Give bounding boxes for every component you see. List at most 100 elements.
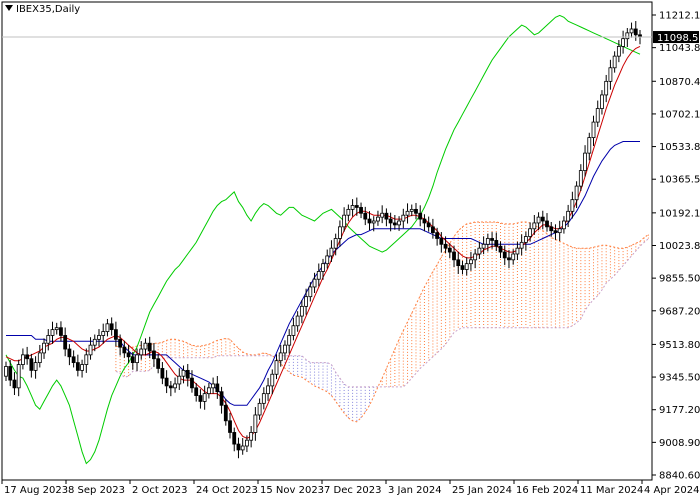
candle-body bbox=[185, 369, 190, 379]
candle-body bbox=[460, 265, 465, 270]
candle-body bbox=[629, 28, 634, 34]
candle-body bbox=[583, 152, 587, 171]
axes: 11212.10 11043.80 10870.40 10702.10 10533.80… bbox=[1, 11, 700, 496]
candle-body bbox=[75, 362, 80, 371]
candle-body bbox=[42, 342, 46, 354]
candle-body bbox=[604, 80, 609, 96]
candle-body bbox=[92, 338, 97, 346]
candle-body bbox=[422, 218, 427, 224]
y-tick-label: 10870.40 bbox=[659, 77, 700, 88]
candle-body bbox=[515, 247, 520, 255]
candle-body bbox=[557, 228, 562, 234]
candle-body bbox=[160, 368, 165, 379]
candle-body bbox=[321, 263, 325, 272]
x-tick-label: 7 Dec 2023 bbox=[324, 485, 382, 496]
candle-body bbox=[299, 305, 304, 317]
y-tick-label: 9008.90 bbox=[659, 438, 700, 449]
candle-body bbox=[536, 216, 541, 224]
candle-body bbox=[308, 286, 313, 298]
candle-body bbox=[50, 329, 55, 336]
candle-body bbox=[37, 352, 42, 364]
candle-body bbox=[304, 296, 308, 307]
candle-body bbox=[29, 358, 34, 371]
candle-body bbox=[443, 243, 448, 249]
candle-body bbox=[236, 443, 241, 451]
candle-body bbox=[397, 220, 401, 226]
candle-body bbox=[333, 238, 338, 249]
x-tick-label: 3 Jan 2024 bbox=[388, 485, 442, 496]
candle-body bbox=[190, 377, 194, 389]
candle-body bbox=[25, 354, 30, 360]
candle-body bbox=[266, 385, 270, 395]
candle-body bbox=[498, 245, 503, 253]
candle-body bbox=[312, 278, 317, 288]
candle-body bbox=[346, 208, 351, 216]
candle-body bbox=[578, 170, 583, 187]
candle-body bbox=[477, 247, 482, 255]
candle-body bbox=[481, 243, 486, 249]
candle-body bbox=[46, 335, 51, 344]
candle-body bbox=[621, 38, 625, 47]
x-tick-label: 16 Feb 2024 bbox=[516, 485, 578, 496]
candle-body bbox=[270, 373, 275, 387]
candle-body bbox=[219, 391, 224, 406]
candle-body bbox=[519, 241, 524, 249]
candle-body bbox=[71, 356, 76, 364]
candle-body bbox=[435, 232, 440, 239]
candle-body bbox=[257, 402, 262, 416]
candle-body bbox=[595, 108, 600, 123]
candle-body bbox=[274, 360, 279, 375]
candle-body bbox=[342, 214, 347, 228]
candle-body bbox=[549, 226, 554, 232]
candle-body bbox=[363, 212, 368, 220]
candle-body bbox=[464, 263, 469, 270]
candle-body bbox=[245, 439, 249, 447]
candle-body bbox=[329, 247, 334, 257]
candle-body bbox=[130, 356, 135, 364]
dropdown-arrow-icon bbox=[5, 5, 13, 11]
candle-body bbox=[223, 404, 228, 422]
candle-body bbox=[278, 352, 283, 362]
y-tick-label: 10023.80 bbox=[659, 241, 700, 252]
candle-body bbox=[532, 222, 537, 230]
candle-body bbox=[164, 377, 169, 387]
y-tick-label: 10365.50 bbox=[659, 175, 700, 186]
candle-body bbox=[485, 238, 490, 245]
candle-body bbox=[156, 358, 161, 369]
candle-body bbox=[198, 395, 203, 402]
candle-body bbox=[33, 362, 38, 371]
candle-body bbox=[616, 46, 621, 57]
x-tick-label: 24 Oct 2023 bbox=[196, 485, 258, 496]
candle-body bbox=[545, 220, 549, 228]
y-tick-label: 10533.80 bbox=[659, 142, 700, 153]
candle-body bbox=[376, 216, 380, 222]
candle-body bbox=[511, 253, 516, 261]
ichimoku-chart: 11212.10 11043.80 10870.40 10702.10 10533.80… bbox=[0, 0, 700, 500]
candle-body bbox=[456, 259, 461, 267]
chikou-span bbox=[5, 14, 641, 465]
indicator-lines bbox=[5, 14, 649, 465]
candle-body bbox=[553, 230, 558, 234]
candle-body bbox=[528, 228, 533, 237]
candle-body bbox=[409, 208, 414, 212]
candle-body bbox=[574, 185, 579, 201]
candle-body bbox=[414, 208, 418, 214]
candle-body bbox=[469, 259, 473, 265]
candle-body bbox=[388, 218, 393, 224]
candle-body bbox=[202, 393, 207, 402]
candle-body bbox=[359, 207, 363, 214]
candle-body bbox=[439, 238, 444, 245]
candle-body bbox=[59, 327, 63, 336]
candle-body bbox=[633, 28, 638, 36]
current-price-label: 11098.50 bbox=[657, 33, 700, 44]
candle-body bbox=[211, 383, 216, 389]
x-tick-label: 8 Sep 2023 bbox=[68, 485, 125, 496]
candle-body bbox=[608, 67, 613, 82]
candle-body bbox=[338, 226, 342, 239]
y-tick-label: 11212.10 bbox=[659, 11, 700, 22]
plot-frame bbox=[1, 1, 653, 481]
candle-body bbox=[249, 432, 254, 441]
candle-body bbox=[540, 216, 545, 222]
candle-body bbox=[426, 222, 431, 228]
candle-body bbox=[287, 335, 292, 346]
